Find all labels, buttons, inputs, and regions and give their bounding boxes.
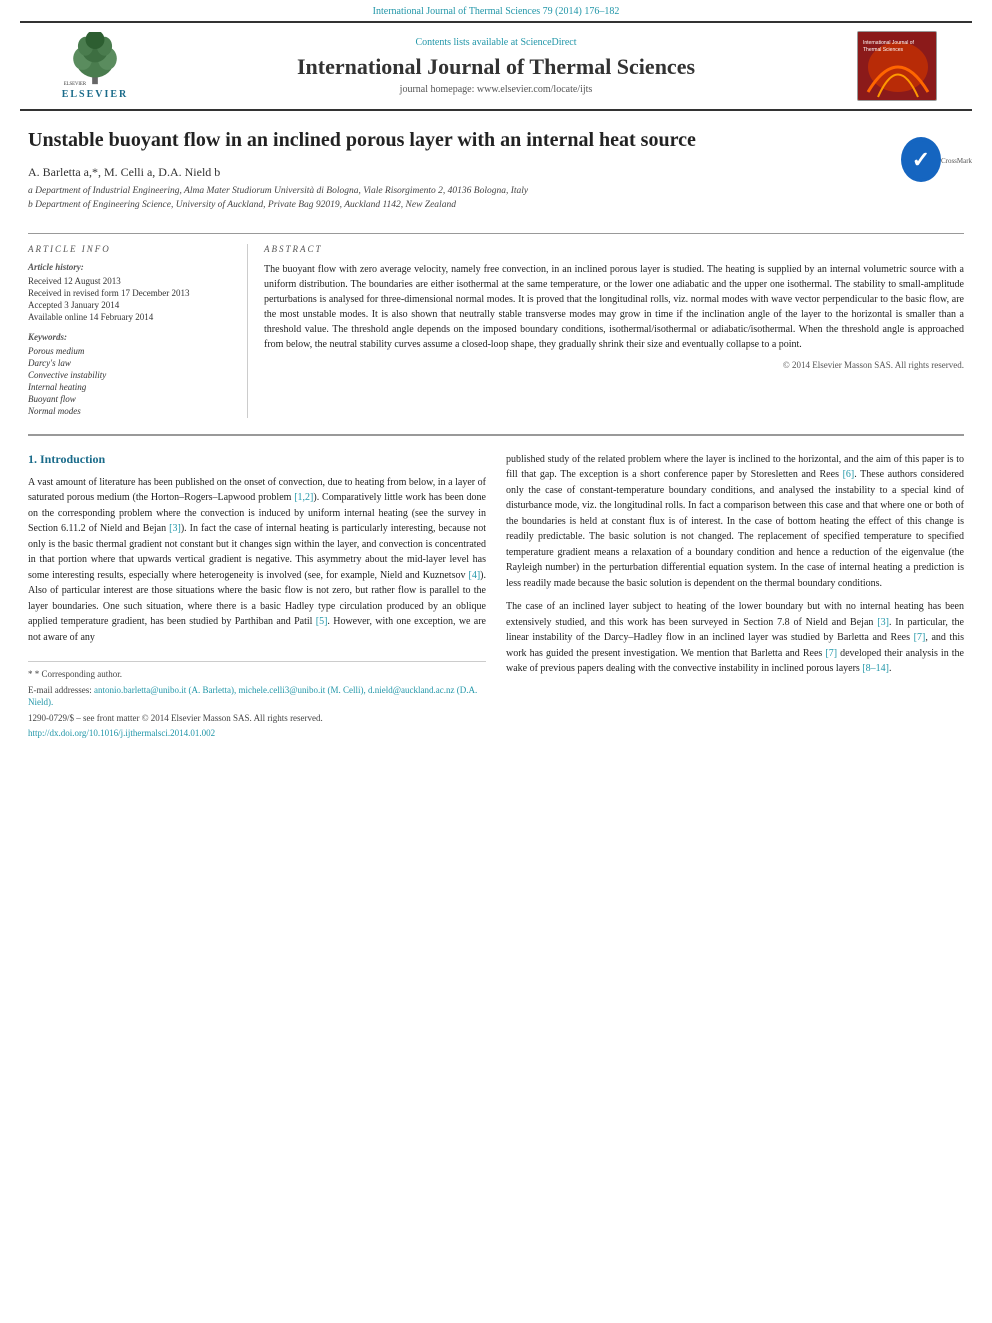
abstract-text: The buoyant flow with zero average veloc… [264, 262, 964, 352]
intro-paragraph-2: published study of the related problem w… [506, 452, 964, 592]
copyright: © 2014 Elsevier Masson SAS. All rights r… [264, 360, 964, 370]
keyword-4: Internal heating [28, 382, 231, 392]
intro-title: Introduction [40, 452, 105, 466]
article-title-section: Unstable buoyant flow in an inclined por… [28, 127, 964, 223]
content-divider [28, 434, 964, 436]
issn-text: 1290-0729/$ – see front matter © 2014 El… [28, 713, 323, 723]
affiliation-b: b Department of Engineering Science, Uni… [28, 198, 894, 212]
keyword-3: Convective instability [28, 370, 231, 380]
journal-cover-art: International Journal of Thermal Science… [858, 32, 937, 101]
page: International Journal of Thermal Science… [0, 0, 992, 1323]
journal-header: ELSEVIER ELSEVIER Contents lists availab… [20, 21, 972, 111]
received-revised-date: Received in revised form 17 December 201… [28, 288, 231, 298]
ref-7b[interactable]: [7] [825, 648, 837, 659]
accepted-text: Accepted 3 January 2014 [28, 300, 119, 310]
article-title-text: Unstable buoyant flow in an inclined por… [28, 127, 894, 213]
intro-heading: 1. Introduction [28, 452, 486, 467]
corresponding-star: * [28, 669, 35, 679]
crossmark-circle: ✓ [901, 137, 941, 182]
elsevier-logo: ELSEVIER ELSEVIER [60, 32, 130, 100]
keyword-5: Buoyant flow [28, 394, 231, 404]
right-column: published study of the related problem w… [506, 452, 964, 743]
journal-header-right: International Journal of Thermal Science… [842, 31, 952, 101]
sciencedirect-name[interactable]: ScienceDirect [520, 37, 576, 48]
crossmark-icon: ✓ [901, 140, 941, 180]
two-column-body: 1. Introduction A vast amount of literat… [28, 452, 964, 743]
sciencedirect-link[interactable]: Contents lists available at ScienceDirec… [150, 37, 842, 48]
doi-link[interactable]: http://dx.doi.org/10.1016/j.ijthermalsci… [28, 728, 215, 738]
doi-footnote[interactable]: http://dx.doi.org/10.1016/j.ijthermalsci… [28, 727, 486, 740]
journal-title: International Journal of Thermal Science… [150, 54, 842, 80]
footnote-section: * * Corresponding author. E-mail address… [28, 661, 486, 740]
journal-citation: International Journal of Thermal Science… [373, 6, 620, 17]
keyword-6: Normal modes [28, 406, 231, 416]
journal-citation-bar: International Journal of Thermal Science… [0, 0, 992, 21]
ref-4[interactable]: [4] [468, 570, 480, 581]
received-text: Received 12 August 2013 [28, 276, 121, 286]
email-addresses[interactable]: antonio.barletta@unibo.it (A. Barletta),… [28, 685, 477, 708]
left-column: 1. Introduction A vast amount of literat… [28, 452, 486, 743]
corresponding-author-label: * * Corresponding author. [28, 668, 486, 681]
received-revised-text: Received in revised form 17 December 201… [28, 288, 189, 298]
available-text: Available online 14 February 2014 [28, 312, 153, 322]
elsevier-brand: ELSEVIER [62, 89, 129, 100]
affiliations: a Department of Industrial Engineering, … [28, 184, 894, 213]
keyword-1: Porous medium [28, 346, 231, 356]
main-content: Unstable buoyant flow in an inclined por… [0, 111, 992, 759]
intro-paragraph-1: A vast amount of literature has been pub… [28, 475, 486, 646]
authors-text: A. Barletta a,*, M. Celli a, D.A. Nield … [28, 165, 220, 179]
ref-3b[interactable]: [3] [877, 617, 889, 628]
journal-homepage: journal homepage: www.elsevier.com/locat… [150, 84, 842, 95]
ref-3[interactable]: [3] [169, 523, 181, 534]
ref-5[interactable]: [5] [316, 616, 328, 627]
elsevier-tree-icon: ELSEVIER [60, 32, 130, 87]
journal-cover-image: International Journal of Thermal Science… [857, 31, 937, 101]
svg-text:ELSEVIER: ELSEVIER [64, 82, 87, 87]
article-info-abstract: ARTICLE INFO Article history: Received 1… [28, 233, 964, 418]
crossmark-label: CrossMark [941, 157, 972, 165]
contents-label: Contents lists available at [415, 37, 517, 48]
keywords-heading: Keywords: [28, 332, 231, 342]
abstract-section: ABSTRACT The buoyant flow with zero aver… [248, 244, 964, 418]
abstract-label: ABSTRACT [264, 244, 964, 254]
ref-7[interactable]: [7] [914, 632, 926, 643]
intro-number: 1. [28, 452, 37, 466]
issn-footnote: 1290-0729/$ – see front matter © 2014 El… [28, 712, 486, 725]
article-info-panel: ARTICLE INFO Article history: Received 1… [28, 244, 248, 418]
article-title: Unstable buoyant flow in an inclined por… [28, 127, 894, 153]
journal-header-left: ELSEVIER ELSEVIER [40, 32, 150, 100]
accepted-date: Accepted 3 January 2014 [28, 300, 231, 310]
svg-text:International Journal of: International Journal of [863, 40, 914, 46]
article-history: Article history: Received 12 August 2013… [28, 262, 231, 322]
ref-8-14[interactable]: [8–14] [862, 663, 889, 674]
ref-6[interactable]: [6] [843, 469, 855, 480]
corresponding-text: * Corresponding author. [35, 669, 122, 679]
affiliation-a: a Department of Industrial Engineering, … [28, 184, 894, 198]
email-label: E-mail addresses: [28, 685, 92, 695]
received-date: Received 12 August 2013 [28, 276, 231, 286]
available-date: Available online 14 February 2014 [28, 312, 231, 322]
intro-paragraph-3: The case of an inclined layer subject to… [506, 599, 964, 677]
authors: A. Barletta a,*, M. Celli a, D.A. Nield … [28, 165, 894, 180]
crossmark-logo: ✓ CrossMark [909, 132, 964, 187]
article-info-label: ARTICLE INFO [28, 244, 231, 254]
ref-1-2[interactable]: [1,2] [294, 492, 313, 503]
svg-text:✓: ✓ [912, 147, 930, 172]
svg-text:Thermal Sciences: Thermal Sciences [863, 47, 904, 53]
history-heading: Article history: [28, 262, 231, 272]
email-footnote: E-mail addresses: antonio.barletta@unibo… [28, 684, 486, 709]
journal-header-center: Contents lists available at ScienceDirec… [150, 37, 842, 95]
keywords-section: Keywords: Porous medium Darcy's law Conv… [28, 332, 231, 416]
keyword-2: Darcy's law [28, 358, 231, 368]
